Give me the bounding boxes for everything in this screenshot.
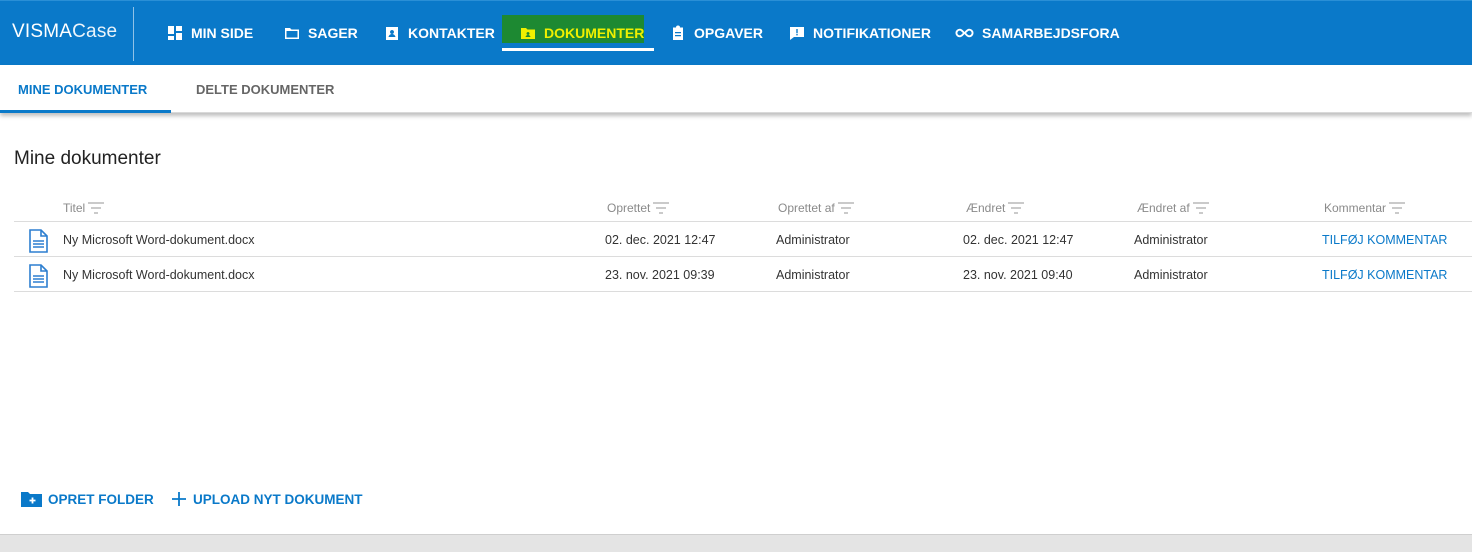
- infinity-icon: [955, 28, 974, 38]
- column-header-label: Ændret: [966, 201, 1006, 215]
- add-comment-link[interactable]: TILFØJ KOMMENTAR: [1322, 257, 1447, 292]
- column-header-label: Oprettet: [607, 201, 651, 215]
- sort-filter-icon: [1192, 202, 1209, 214]
- shared-folder-icon: [521, 28, 535, 39]
- active-tab-indicator: [0, 110, 171, 113]
- brand-sub: Case: [72, 21, 118, 42]
- create-folder-icon: [21, 492, 42, 507]
- page-title: Mine dokumenter: [14, 148, 161, 169]
- nav-label: MIN SIDE: [191, 25, 254, 41]
- created-by: Administrator: [776, 267, 850, 282]
- modified-by: Administrator: [1134, 267, 1208, 282]
- column-header-aendret[interactable]: Ændret: [966, 201, 1025, 215]
- active-underline: [502, 48, 654, 51]
- nav-item-min-side[interactable]: MIN SIDE: [167, 1, 253, 65]
- column-header-aendret-af[interactable]: Ændret af: [1137, 201, 1210, 215]
- nav-item-samarbejdsfora[interactable]: SAMARBEJDSFORA: [955, 1, 1120, 65]
- app-logo[interactable]: VISMACase: [12, 21, 117, 43]
- top-app-bar: VISMACase MIN SIDE SAGER KONTAKTER DOKUM…: [0, 0, 1472, 65]
- sort-filter-icon: [837, 202, 854, 214]
- modified-date: 23. nov. 2021 09:40: [963, 267, 1073, 282]
- nav-label: SAGER: [308, 25, 358, 41]
- document-title[interactable]: Ny Microsoft Word-dokument.docx: [63, 257, 255, 292]
- nav-item-notifikationer[interactable]: NOTIFIKATIONER: [789, 1, 931, 65]
- table-row[interactable]: Ny Microsoft Word-dokument.docx 02. dec.…: [14, 222, 1472, 257]
- plus-icon: [172, 492, 186, 506]
- modified-date: 02. dec. 2021 12:47: [963, 232, 1074, 247]
- column-header-label: Kommentar: [1324, 201, 1387, 215]
- nav-item-dokumenter[interactable]: DOKUMENTER: [502, 1, 654, 65]
- sort-filter-icon: [653, 202, 670, 214]
- dashboard-icon: [168, 26, 182, 40]
- nav-item-kontakter[interactable]: KONTAKTER: [384, 1, 495, 65]
- created-date: 02. dec. 2021 12:47: [605, 232, 716, 247]
- add-comment-link[interactable]: TILFØJ KOMMENTAR: [1322, 222, 1447, 257]
- page-footer-bar: [0, 534, 1472, 552]
- column-header-oprettet[interactable]: Oprettet: [607, 201, 670, 215]
- column-header-oprettet-af[interactable]: Oprettet af: [778, 201, 855, 215]
- nav-item-opgaver[interactable]: OPGAVER: [670, 1, 763, 65]
- create-folder-button[interactable]: OPRET FOLDER: [21, 488, 154, 510]
- upload-document-button[interactable]: UPLOAD NYT DOKUMENT: [171, 488, 363, 510]
- column-header-kommentar[interactable]: Kommentar: [1324, 201, 1406, 215]
- column-header-label: Oprettet af: [778, 201, 835, 215]
- sort-filter-icon: [1389, 202, 1406, 214]
- nav-label: DOKUMENTER: [544, 25, 645, 41]
- column-header-titel[interactable]: Titel: [63, 201, 105, 215]
- sort-filter-icon: [88, 202, 105, 214]
- column-header-label: Titel: [63, 201, 86, 215]
- nav-label: SAMARBEJDSFORA: [982, 25, 1120, 41]
- modified-by: Administrator: [1134, 232, 1208, 247]
- tab-label: MINE DOKUMENTER: [18, 81, 148, 97]
- tab-mine-dokumenter[interactable]: MINE DOKUMENTER: [18, 65, 147, 113]
- document-title[interactable]: Ny Microsoft Word-dokument.docx: [63, 222, 255, 257]
- nav-label: NOTIFIKATIONER: [813, 25, 931, 41]
- sort-filter-icon: [1008, 202, 1025, 214]
- tab-delte-dokumenter[interactable]: DELTE DOKUMENTER: [196, 65, 334, 113]
- tab-label: DELTE DOKUMENTER: [196, 81, 335, 97]
- brand-main: VISMA: [12, 21, 73, 42]
- clipboard-icon: [673, 25, 683, 40]
- row-divider: [14, 291, 1472, 292]
- folder-icon: [285, 28, 299, 39]
- nav-label: OPGAVER: [694, 25, 763, 41]
- document-icon: [29, 264, 48, 288]
- contact-card-icon: [386, 27, 398, 40]
- column-header-label: Ændret af: [1137, 201, 1190, 215]
- nav-label: KONTAKTER: [408, 25, 495, 41]
- feedback-icon: [790, 27, 804, 40]
- table-row[interactable]: Ny Microsoft Word-dokument.docx 23. nov.…: [14, 257, 1472, 292]
- nav-item-sager[interactable]: SAGER: [284, 1, 358, 65]
- created-by: Administrator: [776, 232, 850, 247]
- document-tabs: MINE DOKUMENTER DELTE DOKUMENTER: [0, 65, 1472, 113]
- created-date: 23. nov. 2021 09:39: [605, 267, 715, 282]
- document-icon: [29, 229, 48, 253]
- upload-document-label: UPLOAD NYT DOKUMENT: [193, 491, 363, 507]
- brand-divider: [133, 7, 134, 61]
- create-folder-label: OPRET FOLDER: [48, 491, 154, 507]
